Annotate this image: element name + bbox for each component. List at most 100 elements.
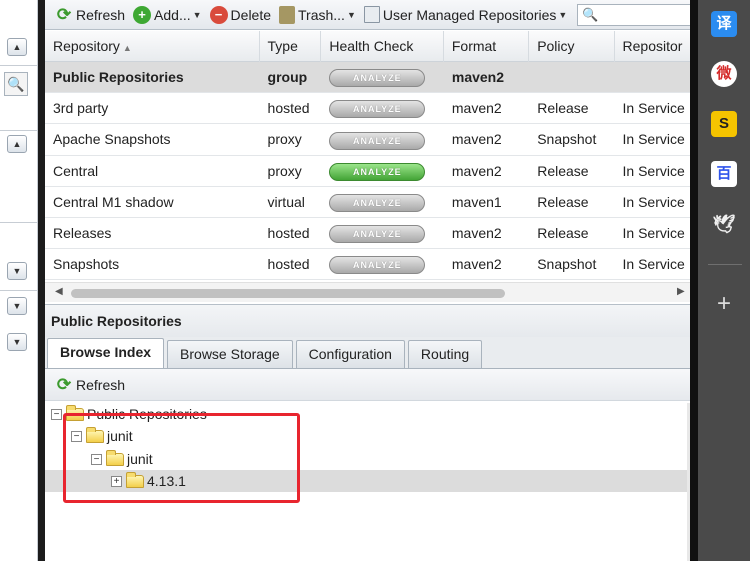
collapse-up-button[interactable]: ▲ [7,135,27,153]
sidebar-divider [708,264,742,265]
trash-button[interactable]: Trash... ▼ [275,3,360,27]
cell-policy: Snapshot [537,256,597,273]
left-panel-divider [0,290,38,291]
folder-icon [66,404,84,421]
table-row[interactable]: Releases hosted ANALYZE maven2 Release In Ser… [45,218,693,250]
translate-icon[interactable]: 译 [711,11,737,37]
analyze-button[interactable]: ANALYZE [329,256,426,275]
repositories-toolbar: ⟳ Refresh + Add... ▼ − Delete Trash... ▼… [45,0,693,30]
folder-icon [106,449,124,466]
trash-label: Trash... [298,6,345,23]
index-tree: − Public Repositories − junit − junit +4.13.1 [45,403,687,561]
detail-tabs: Browse Index Browse Storage Configuratio… [45,337,693,369]
cell-policy: Release [537,193,589,210]
column-header-health-check[interactable]: Health Check [321,31,444,62]
delete-icon: − [209,5,228,24]
health-check-cell: ANALYZE [321,156,444,186]
cell-type: group [267,69,308,85]
tab-browse-index[interactable]: Browse Index [47,338,165,368]
search-input[interactable]: 🔍 [577,3,693,26]
collapse-icon[interactable]: − [71,430,82,442]
cell-type: hosted [267,224,310,241]
dropdown-arrow-icon: ▼ [558,9,568,20]
column-header-status[interactable]: Repositor [615,31,693,62]
dropdown-arrow-icon: ▼ [346,9,356,20]
tree-node[interactable]: +4.13.1 [45,470,687,492]
tree-node[interactable]: − Public Repositories [45,403,687,425]
expand-down-button[interactable]: ▼ [7,262,27,280]
tab-browse-storage[interactable]: Browse Storage [167,340,293,368]
cell-status: In Service [622,131,685,148]
table-row[interactable]: Central M1 shadow virtual ANALYZE maven1 Rel… [45,187,693,218]
sogou-icon[interactable]: S [711,111,737,137]
collapse-icon[interactable]: − [91,453,102,465]
baidu-icon[interactable]: 百 [711,161,737,187]
table-row[interactable]: 3rd party hosted ANALYZE maven2 Release In Se… [45,93,693,125]
analyze-button[interactable]: ANALYZE [329,131,426,150]
search-icon[interactable]: 🔍 [4,72,28,96]
left-collapsed-panel: ▲ 🔍 ▲ ▼ ▼ ▼ [0,0,38,561]
expand-down-button[interactable]: ▼ [7,297,27,315]
analyze-button[interactable]: ANALYZE [329,225,426,244]
cell-policy [529,62,614,92]
cell-repository: Central M1 shadow [53,193,174,210]
grid-body: Public Repositories group ANALYZE maven2 3rd… [45,62,693,281]
tree-node[interactable]: − junit [45,425,687,447]
table-row[interactable]: Central proxy ANALYZE maven2 Release In Servi… [45,156,693,187]
table-row[interactable]: Apache Snapshots proxy ANALYZE maven2 Snapsh… [45,124,693,156]
add-extension-icon[interactable]: + [711,292,737,318]
left-panel-divider [0,130,38,131]
column-header-format[interactable]: Format [444,31,530,62]
detail-title: Public Repositories [45,305,693,337]
add-icon: + [133,5,152,24]
horizontal-scrollbar[interactable]: ◀ ▶ [45,282,693,302]
index-refresh-button[interactable]: ⟳ Refresh [51,373,129,397]
refresh-button[interactable]: ⟳ Refresh [51,3,129,27]
health-check-cell: ANALYZE [321,218,444,248]
scrollbar-thumb[interactable] [71,289,505,298]
cell-repository: Apache Snapshots [53,131,171,148]
health-check-cell: ANALYZE [321,187,444,217]
scroll-right-icon[interactable]: ▶ [677,286,685,297]
tree-node[interactable]: − junit [45,448,687,470]
grid-header: Repository ▲ Type Health Check Format Pol… [45,31,693,62]
scroll-left-icon[interactable]: ◀ [55,286,63,297]
cell-format: maven2 [451,162,502,179]
weibo-icon[interactable]: 微 [711,61,737,87]
add-button[interactable]: + Add... ▼ [129,3,206,27]
cell-format: maven2 [451,224,502,241]
expand-icon[interactable]: + [111,475,122,487]
refresh-label: Refresh [76,6,126,23]
analyze-button[interactable]: ANALYZE [329,100,426,119]
collapse-icon[interactable]: − [51,408,62,420]
health-check-cell: ANALYZE [321,93,444,123]
table-row[interactable]: Snapshots hosted ANALYZE maven2 Snapshot In S… [45,249,693,281]
tab-routing[interactable]: Routing [407,340,483,368]
folder-icon [126,471,144,488]
cell-status: In Service [622,256,685,273]
cell-format: maven2 [451,100,502,117]
cell-format: maven2 [451,131,502,148]
cell-policy: Release [537,162,589,179]
tab-configuration[interactable]: Configuration [295,340,405,368]
repository-detail-panel: Public Repositories Browse Index Browse … [45,304,693,561]
analyze-button[interactable]: ANALYZE [329,69,426,88]
analyze-button[interactable]: ANALYZE [329,194,426,213]
cell-type: proxy [267,162,302,179]
analyze-button[interactable]: ANALYZE [329,162,426,181]
tree-node-label: junit [127,451,153,467]
collapse-up-button[interactable]: ▲ [7,38,27,56]
repos-filter-dropdown[interactable]: User Managed Repositories ▼ [360,3,571,27]
column-header-policy[interactable]: Policy [529,31,615,62]
window-edge [690,0,698,561]
table-row[interactable]: Public Repositories group ANALYZE maven2 [45,62,693,94]
index-refresh-label: Refresh [76,376,126,393]
cell-status: In Service [622,193,685,210]
bird-extension-icon[interactable]: 🕊 [711,211,737,237]
delete-button[interactable]: − Delete [206,3,275,27]
column-header-repository[interactable]: Repository ▲ [45,31,260,62]
refresh-icon: ⟳ [56,4,72,24]
expand-down-button[interactable]: ▼ [7,333,27,351]
column-header-type[interactable]: Type [260,31,322,62]
tree-node-label: 4.13.1 [147,473,186,489]
